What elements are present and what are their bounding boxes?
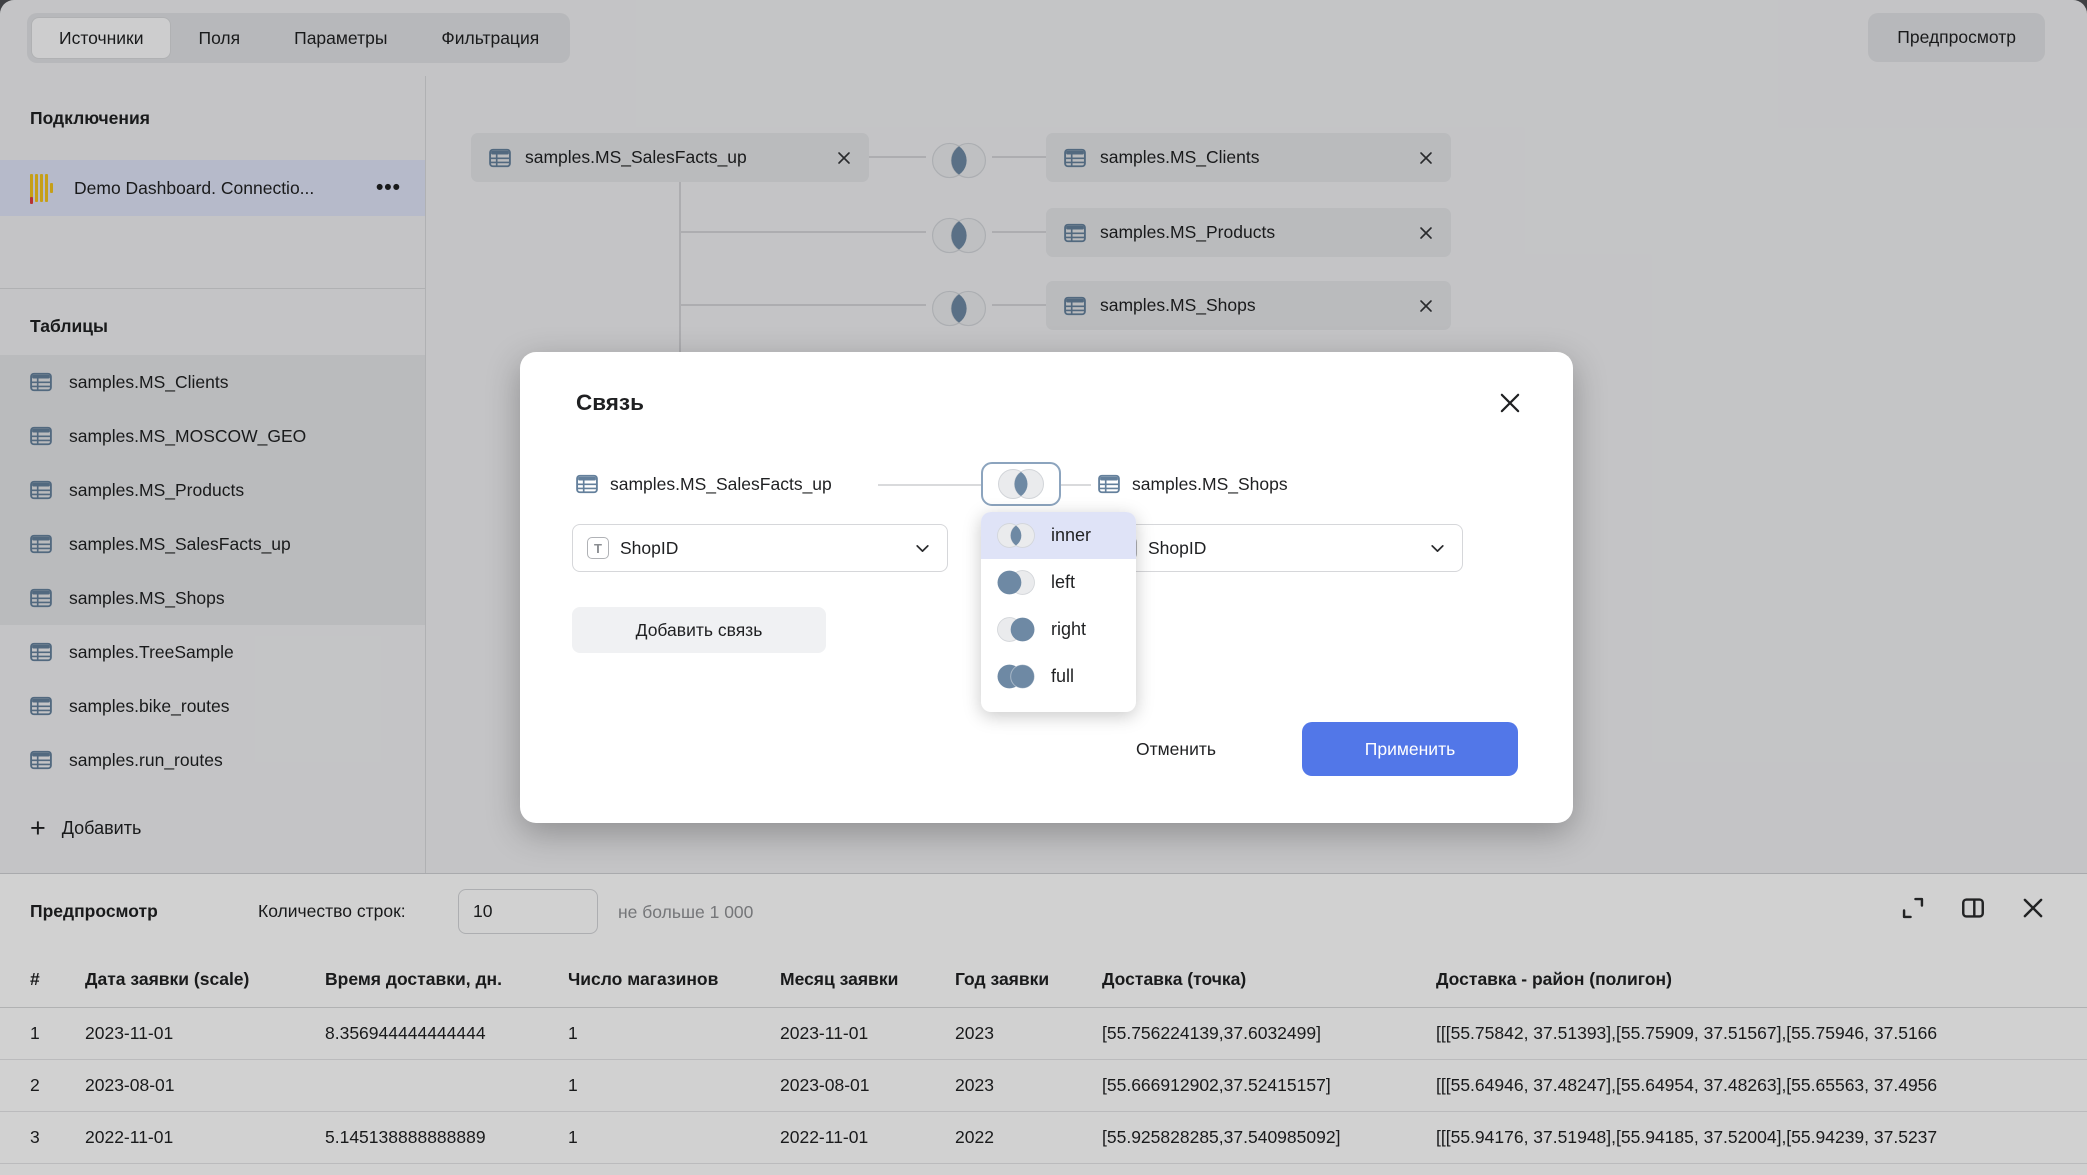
venn-left-icon bbox=[993, 566, 1039, 599]
relation-line bbox=[1061, 484, 1091, 486]
join-type-button[interactable] bbox=[981, 462, 1061, 506]
modal-close-button[interactable] bbox=[1497, 390, 1523, 416]
modal-title: Связь bbox=[576, 390, 644, 416]
table-icon bbox=[576, 474, 598, 494]
close-icon bbox=[1497, 390, 1523, 416]
table-icon bbox=[1098, 474, 1120, 494]
dataset-editor-window: Источники Поля Параметры Фильтрация Пред… bbox=[0, 0, 2087, 1175]
relation-line bbox=[878, 484, 981, 486]
join-option-right[interactable]: right bbox=[981, 606, 1136, 653]
apply-button[interactable]: Применить bbox=[1302, 722, 1518, 776]
right-field-select[interactable]: T ShopID bbox=[1100, 524, 1463, 572]
relation-modal: Связь samples.MS_SalesFacts_up samples.M… bbox=[520, 352, 1573, 823]
join-option-label: left bbox=[1051, 572, 1075, 593]
venn-full-icon bbox=[993, 660, 1039, 693]
join-option-full[interactable]: full bbox=[981, 653, 1136, 700]
join-option-label: inner bbox=[1051, 525, 1091, 546]
venn-right-icon bbox=[993, 613, 1039, 646]
left-field-select[interactable]: T ShopID bbox=[572, 524, 948, 572]
venn-inner-icon bbox=[993, 519, 1039, 552]
add-relation-button[interactable]: Добавить связь bbox=[572, 607, 826, 653]
join-option-label: full bbox=[1051, 666, 1074, 687]
right-field-value: ShopID bbox=[1148, 538, 1418, 559]
relation-left-table: samples.MS_SalesFacts_up bbox=[610, 474, 832, 495]
chevron-down-icon bbox=[1429, 540, 1446, 557]
join-type-dropdown: inner left right full bbox=[981, 512, 1136, 712]
left-field-value: ShopID bbox=[620, 538, 903, 559]
join-option-left[interactable]: left bbox=[981, 559, 1136, 606]
cancel-button[interactable]: Отменить bbox=[1110, 727, 1242, 771]
chevron-down-icon bbox=[914, 540, 931, 557]
field-type-icon: T bbox=[587, 537, 609, 559]
join-option-inner[interactable]: inner bbox=[981, 512, 1136, 559]
join-option-label: right bbox=[1051, 619, 1086, 640]
relation-right-table: samples.MS_Shops bbox=[1132, 474, 1288, 495]
